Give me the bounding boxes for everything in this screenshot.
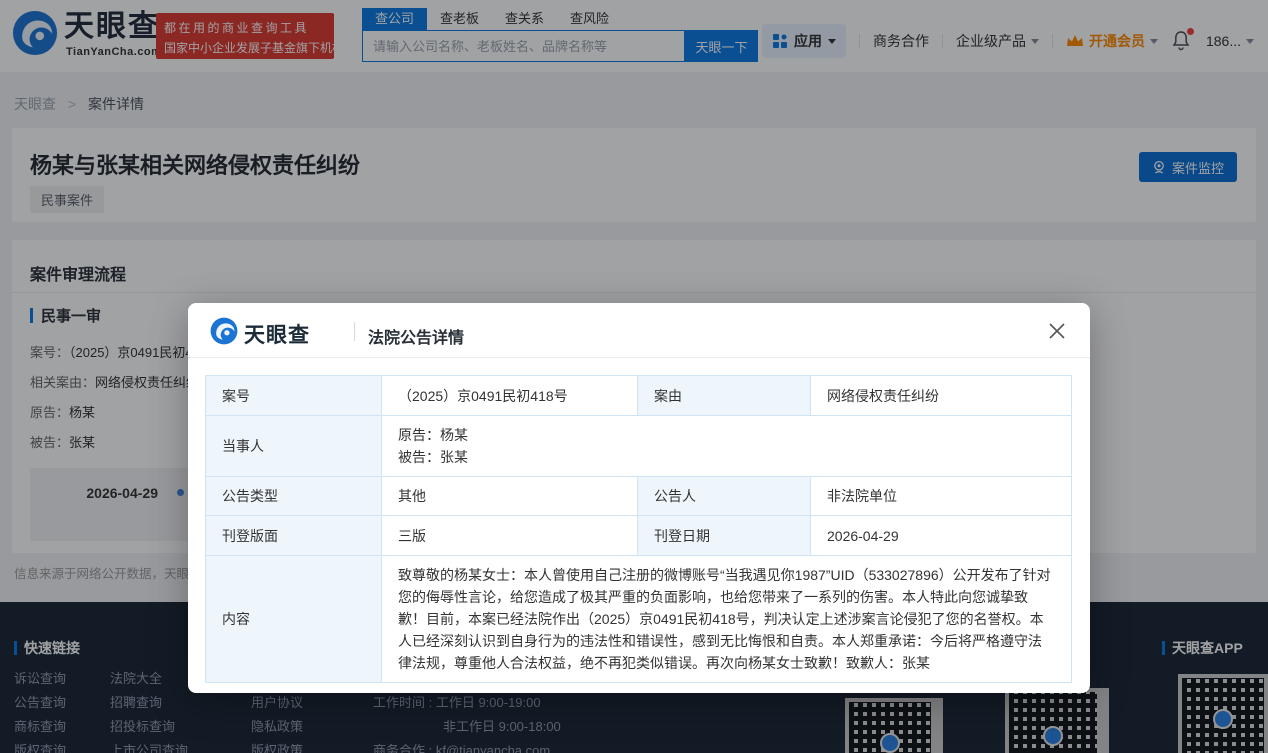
announcement-table: 案号 （2025）京0491民初418号 案由 网络侵权责任纠纷 当事人 原告：… [205, 375, 1072, 683]
page: 天眼查 TianYanCha.com 都在用的商业查询工具 国家中小企业发展子基… [0, 0, 1268, 753]
caseno-label: 案号 [206, 376, 382, 416]
layout-label: 刊登版面 [206, 516, 382, 556]
modal-brand: 天眼查 [244, 319, 310, 349]
court-announcement-modal: 天眼查 法院公告详情 案号 （2025）京0491民初418号 案由 网络侵权责… [188, 303, 1090, 693]
divider [354, 322, 355, 341]
layout-value: 三版 [382, 516, 638, 556]
announcer-label: 公告人 [638, 477, 811, 516]
content-value: 致尊敬的杨某女士：本人曾使用自己注册的微博账号“当我遇见你1987”UID（53… [382, 556, 1072, 683]
caseno-value: （2025）京0491民初418号 [382, 376, 638, 416]
table-row: 刊登版面 三版 刊登日期 2026-04-29 [206, 516, 1072, 556]
table-row: 内容 致尊敬的杨某女士：本人曾使用自己注册的微博账号“当我遇见你1987”UID… [206, 556, 1072, 683]
pubdate-value: 2026-04-29 [811, 516, 1072, 556]
party-plaintiff: 原告：杨某 [398, 424, 1055, 446]
pubdate-label: 刊登日期 [638, 516, 811, 556]
content-label: 内容 [206, 556, 382, 683]
cause-label: 案由 [638, 376, 811, 416]
table-row: 当事人 原告：杨某 被告：张某 [206, 416, 1072, 477]
modal-title: 法院公告详情 [368, 324, 464, 348]
party-value: 原告：杨某 被告：张某 [382, 416, 1072, 477]
table-row: 案号 （2025）京0491民初418号 案由 网络侵权责任纠纷 [206, 376, 1072, 416]
party-label: 当事人 [206, 416, 382, 477]
table-row: 公告类型 其他 公告人 非法院单位 [206, 477, 1072, 516]
modal-header: 天眼查 法院公告详情 [188, 303, 1090, 358]
tianyancha-logo-icon [210, 317, 238, 345]
party-defendant: 被告：张某 [398, 446, 1055, 468]
type-value: 其他 [382, 477, 638, 516]
announcer-value: 非法院单位 [811, 477, 1072, 516]
type-label: 公告类型 [206, 477, 382, 516]
cause-value: 网络侵权责任纠纷 [811, 376, 1072, 416]
close-button[interactable] [1046, 320, 1068, 342]
close-icon [1046, 320, 1068, 342]
